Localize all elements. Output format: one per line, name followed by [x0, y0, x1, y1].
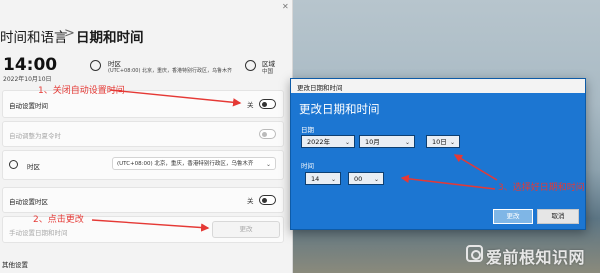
- screen: ✕ 时间和语言 > 日期和时间 14:00 2022年10月10日 时区 (UT…: [0, 0, 600, 273]
- watermark-logo-icon: [466, 245, 483, 262]
- arrow-step2: [91, 219, 210, 232]
- arrow-step1: [109, 89, 242, 107]
- annotation-arrows: [91, 89, 498, 232]
- arrow-step3-time: [400, 174, 496, 190]
- arrow-step3-date: [453, 154, 498, 181]
- watermark-text: 爱前根知识网: [486, 248, 586, 267]
